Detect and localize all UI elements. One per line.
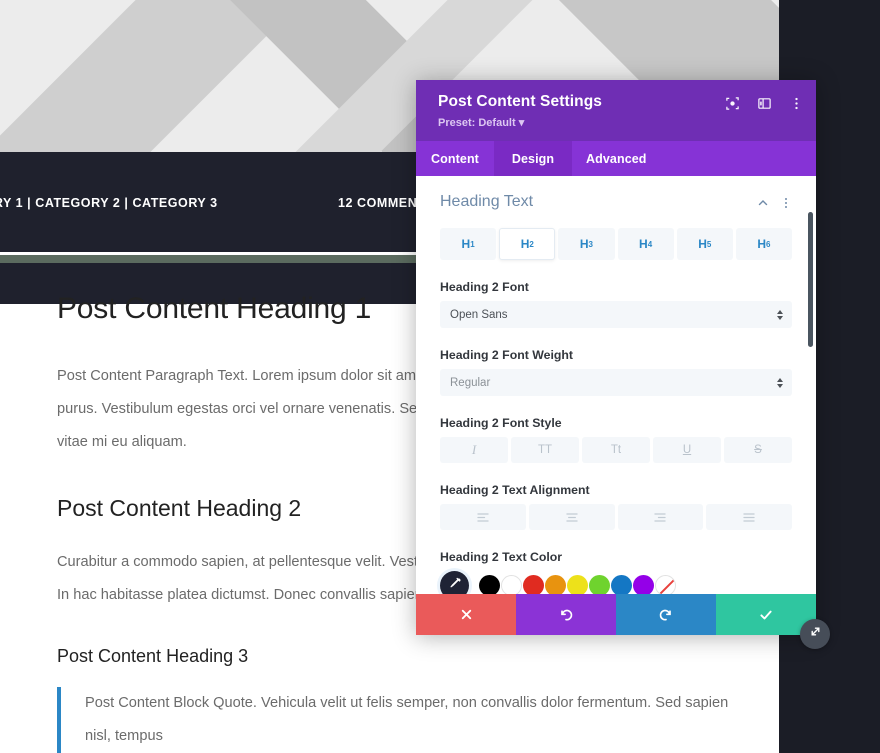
swatch-red[interactable]: [523, 575, 544, 594]
heading-level-h2[interactable]: H2: [499, 228, 556, 260]
heading-level-h4[interactable]: H4: [617, 228, 674, 260]
smallcaps-button[interactable]: Tt: [582, 437, 650, 463]
h1-label: H: [461, 237, 471, 251]
tab-advanced[interactable]: Advanced: [572, 141, 661, 176]
select-arrows-icon: [777, 377, 783, 388]
font-weight-field-label: Heading 2 Font Weight: [440, 348, 573, 362]
swatch-none[interactable]: [655, 575, 676, 594]
modal-header: Post Content Settings Preset: Default ▾: [416, 80, 816, 141]
post-categories[interactable]: CATEGORY 1 | CATEGORY 2 | CATEGORY 3: [0, 196, 218, 210]
swatch-blue[interactable]: [611, 575, 632, 594]
uppercase-button[interactable]: TT: [511, 437, 579, 463]
more-vertical-icon[interactable]: [789, 96, 804, 111]
swatch-orange[interactable]: [545, 575, 566, 594]
underline-glyph: U: [682, 444, 692, 456]
h3-sub: 3: [588, 239, 593, 249]
resize-diagonal-icon: [808, 624, 823, 644]
swatch-white[interactable]: [501, 575, 522, 594]
post-blockquote: Post Content Block Quote. Vehicula velit…: [57, 687, 737, 753]
modal-header-icons: [725, 96, 804, 111]
blockquote-text: Post Content Block Quote. Vehicula velit…: [85, 695, 729, 744]
modal-scrollbar[interactable]: [808, 212, 813, 347]
tab-design[interactable]: Design: [494, 141, 572, 176]
h4-sub: 4: [647, 239, 653, 249]
uppercase-glyph: TT: [537, 444, 553, 456]
focus-icon[interactable]: [725, 96, 740, 111]
align-justify-button[interactable]: [706, 504, 792, 530]
font-weight-select-value: Regular: [450, 376, 491, 389]
swatch-black[interactable]: [479, 575, 500, 594]
color-swatch-row: [440, 571, 792, 594]
text-color-field-label: Heading 2 Text Color: [440, 550, 563, 564]
align-center-button[interactable]: [528, 504, 615, 530]
preset-selector[interactable]: Preset: Default ▾: [438, 116, 800, 129]
font-style-field-label: Heading 2 Font Style: [440, 416, 562, 430]
italic-glyph: I: [471, 442, 477, 457]
close-icon: [459, 607, 474, 622]
checkmark-icon: [758, 607, 774, 623]
undo-icon: [558, 607, 574, 623]
redo-icon: [658, 607, 674, 623]
section-header-heading-text[interactable]: Heading Text: [440, 183, 792, 221]
font-field-label: Heading 2 Font: [440, 280, 529, 294]
h2-label: H: [520, 237, 530, 251]
font-select[interactable]: Open Sans: [440, 301, 792, 328]
post-heading-3: Post Content Heading 3: [57, 646, 249, 666]
h1-sub: 1: [470, 239, 475, 249]
h5-label: H: [698, 237, 707, 251]
modal-action-bar: [416, 594, 816, 635]
font-weight-select[interactable]: Regular: [440, 369, 792, 396]
h6-sub: 6: [766, 239, 771, 249]
font-select-value: Open Sans: [450, 308, 508, 321]
layout-panel-icon[interactable]: [757, 96, 772, 111]
heading-level-h6[interactable]: H6: [735, 228, 793, 260]
section-more-vertical-icon[interactable]: [780, 196, 792, 208]
chevron-up-icon[interactable]: [757, 196, 769, 208]
modal-resize-handle[interactable]: [800, 619, 830, 649]
text-alignment-field-label: Heading 2 Text Alignment: [440, 483, 590, 497]
h4-label: H: [639, 237, 648, 251]
strikethrough-glyph: S: [754, 444, 762, 456]
section-title: Heading Text: [440, 193, 534, 210]
heading-level-h1[interactable]: H1: [440, 228, 497, 260]
swatch-green[interactable]: [589, 575, 610, 594]
heading-level-h5[interactable]: H5: [676, 228, 733, 260]
color-picker-eyedropper-button[interactable]: [440, 571, 469, 594]
redo-button[interactable]: [616, 594, 716, 635]
text-alignment-buttons: [440, 504, 792, 530]
discard-button[interactable]: [416, 594, 516, 635]
align-right-button[interactable]: [617, 504, 704, 530]
swatch-yellow[interactable]: [567, 575, 588, 594]
modal-tabs: Content Design Advanced: [416, 141, 816, 176]
align-left-button[interactable]: [440, 504, 526, 530]
tab-content[interactable]: Content: [416, 141, 494, 176]
post-content-settings-modal[interactable]: Post Content Settings Preset: Default ▾: [416, 80, 816, 635]
h3-label: H: [579, 237, 589, 251]
strikethrough-button[interactable]: S: [724, 437, 792, 463]
h5-sub: 5: [706, 239, 712, 249]
heading-level-tabs: H1 H2 H3 H4 H5 H6: [440, 228, 793, 260]
swatch-purple[interactable]: [633, 575, 654, 594]
h2-sub: 2: [529, 239, 534, 249]
preset-label: Preset: Default: [438, 117, 516, 129]
chevron-down-icon: ▾: [518, 117, 525, 129]
paragraph-1-text-before: Post Content Paragraph Text. Lorem ipsum…: [57, 368, 437, 384]
h6-label: H: [757, 237, 767, 251]
underline-button[interactable]: U: [653, 437, 721, 463]
smallcaps-glyph: Tt: [610, 444, 622, 456]
undo-button[interactable]: [516, 594, 616, 635]
modal-body: Heading Text H1 H2 H 3 H 4 H 5 H 6 Headi…: [416, 176, 816, 594]
font-style-buttons: I TT Tt U S: [440, 437, 792, 463]
select-arrows-icon: [777, 309, 783, 320]
eyedropper-icon: [447, 576, 462, 595]
italic-button[interactable]: I: [440, 437, 508, 463]
heading-level-h3[interactable]: H3: [558, 228, 615, 260]
